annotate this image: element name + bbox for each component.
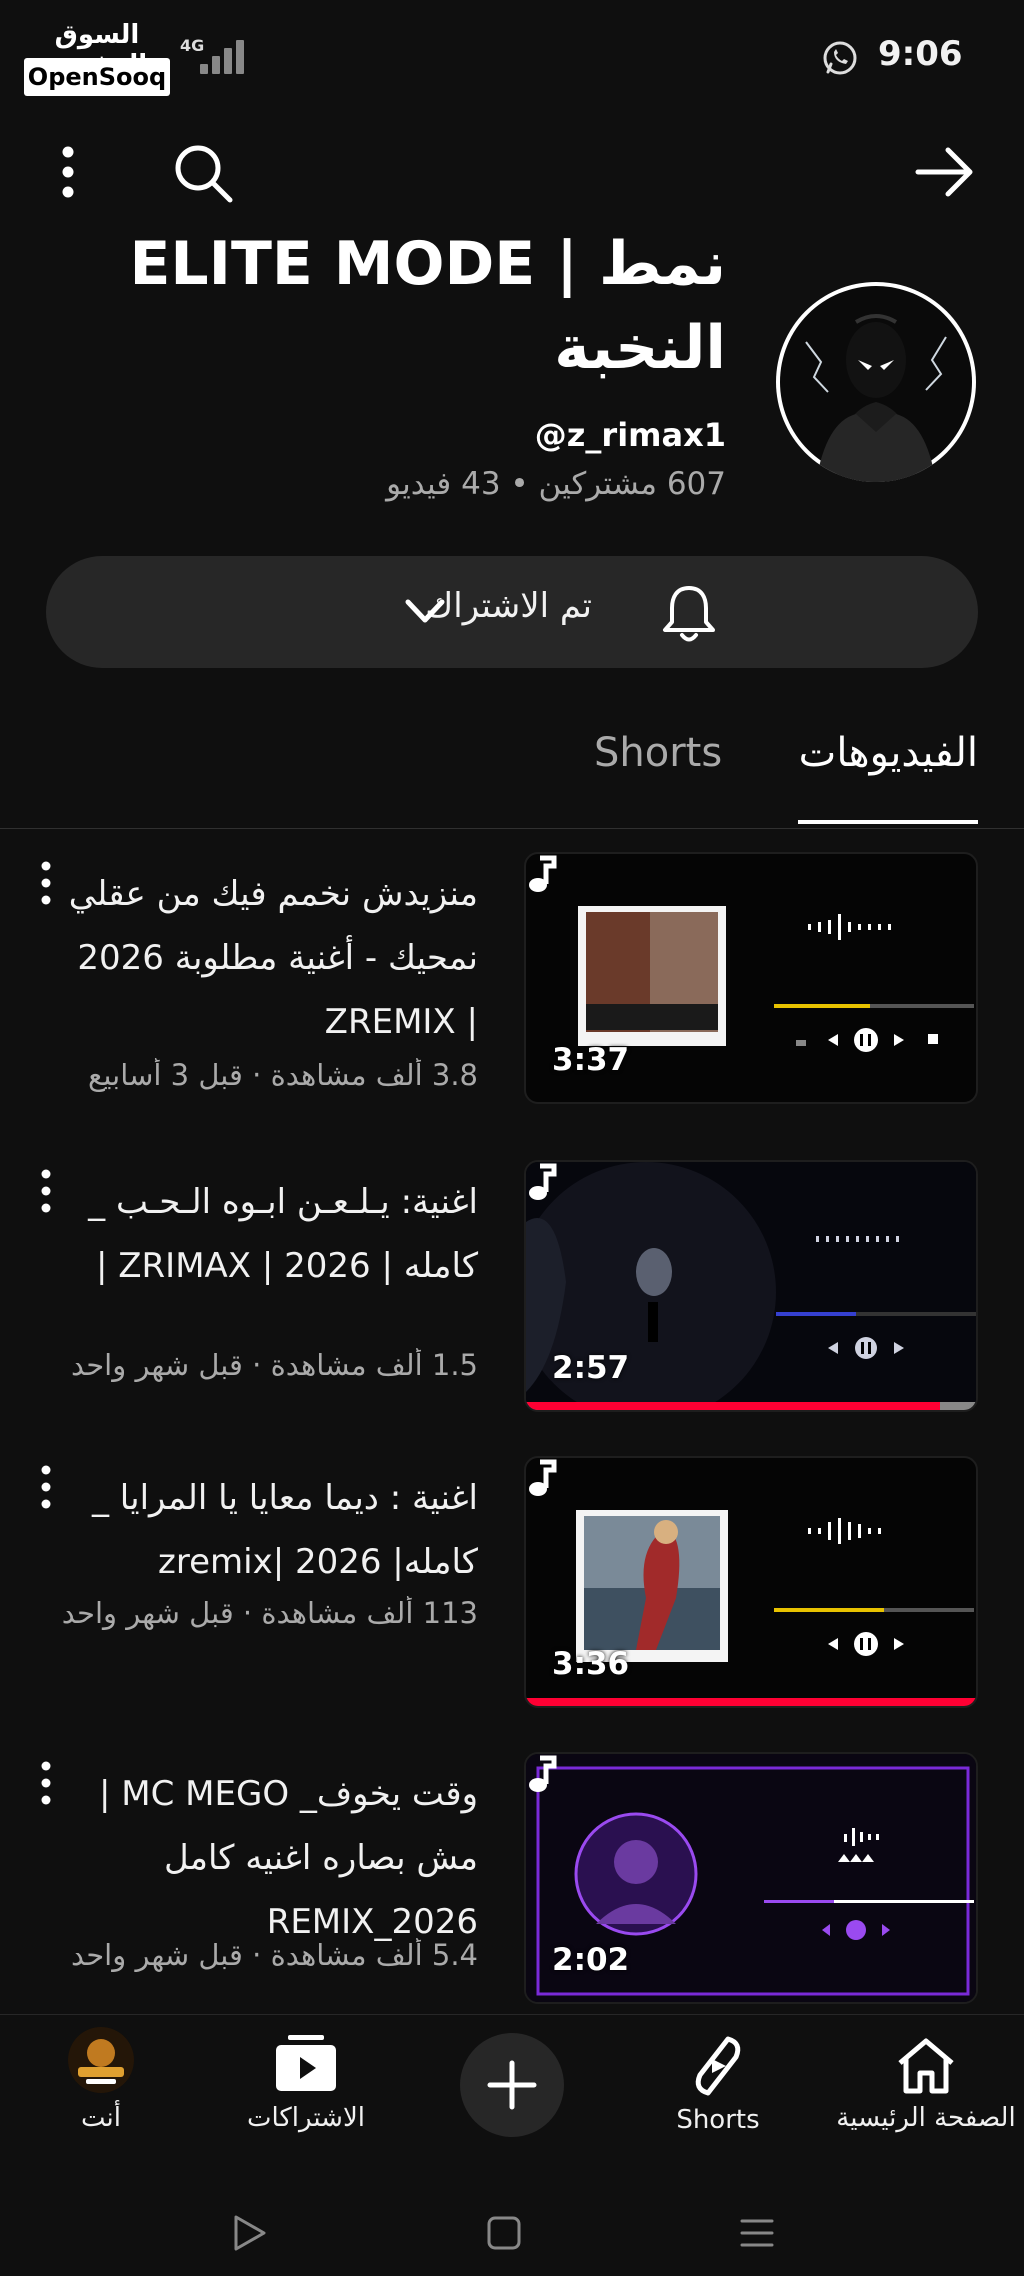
watched-progress-bar — [526, 1402, 940, 1410]
nav-you[interactable]: أنت — [36, 2025, 166, 2145]
status-bar: السوق المفتوح OpenSooq 4G 9:06 — [0, 0, 1024, 115]
video-meta: 5.4 ألف مشاهدة · قبل شهر واحد — [71, 1938, 478, 1972]
search-icon[interactable] — [170, 140, 236, 206]
video-thumbnail[interactable]: 2:57 — [524, 1160, 978, 1412]
video-more-icon[interactable] — [34, 1462, 58, 1512]
video-duration: 2:57 — [552, 1350, 630, 1386]
video-thumbnail[interactable]: 3:37 — [524, 852, 978, 1104]
back-arrow-icon[interactable] — [912, 144, 978, 200]
channel-stats: 607 مشتركين • 43 فيديو — [386, 466, 726, 502]
nav-home[interactable]: الصفحة الرئيسية — [828, 2025, 1024, 2145]
music-note-icon — [529, 1163, 557, 1200]
nav-subscriptions-label: الاشتراكات — [246, 2103, 366, 2133]
channel-handle: @z_rimax1 — [534, 416, 726, 454]
video-duration: 3:37 — [552, 1042, 630, 1078]
nav-you-label: أنت — [81, 2103, 121, 2133]
more-options-icon[interactable] — [48, 140, 88, 204]
subscribe-label: تم الاشتراك — [425, 586, 592, 626]
video-duration: 3:36 — [552, 1646, 630, 1682]
subscriptions-icon — [276, 2035, 336, 2091]
video-more-icon[interactable] — [34, 858, 58, 908]
opensooq-watermark: السوق المفتوح OpenSooq — [24, 20, 170, 96]
back-play-icon[interactable] — [232, 2213, 268, 2253]
bottom-navigation: الصفحة الرئيسية Shorts الاشتراكات أنت — [0, 2014, 1024, 2276]
video-title[interactable]: وقت يخوف_ MC MEGO |مش بصاره اغنيه كامل R… — [58, 1762, 478, 1954]
shorts-icon — [695, 2036, 741, 2096]
video-meta: 113 ألف مشاهدة · قبل شهر واحد — [61, 1596, 478, 1630]
video-thumbnail[interactable]: 2:02 — [524, 1752, 978, 2004]
video-title[interactable]: اغنية: يـلـعـن ابـوه الـحـب _ كامله | ZR… — [58, 1170, 478, 1298]
music-note-icon — [529, 1459, 557, 1496]
video-more-icon[interactable] — [34, 1758, 58, 1808]
nav-subscriptions[interactable]: الاشتراكات — [236, 2025, 376, 2145]
channel-title: ELITE MODE | نمط النخبة — [129, 229, 726, 383]
channel-avatar[interactable] — [776, 282, 976, 482]
video-thumbnail[interactable]: 3:36 — [524, 1456, 978, 1708]
bell-icon — [663, 586, 715, 642]
recents-menu-icon[interactable] — [738, 2213, 776, 2253]
create-button[interactable] — [460, 2033, 564, 2137]
watched-progress-bar — [526, 1698, 976, 1706]
nav-shorts[interactable]: Shorts — [640, 2025, 796, 2145]
account-avatar — [68, 2027, 134, 2093]
video-item[interactable]: 2:02 وقت يخوف_ MC MEGO |مش بصاره اغنيه ك… — [0, 1752, 1024, 2012]
tab-shorts[interactable]: Shorts — [594, 730, 722, 776]
music-note-icon — [529, 1755, 557, 1792]
nav-shorts-label: Shorts — [676, 2105, 760, 2135]
video-item[interactable]: 2:57 اغنية: يـلـعـن ابـوه الـحـب _ كامله… — [0, 1160, 1024, 1420]
plus-icon — [487, 2060, 537, 2110]
tab-videos[interactable]: الفيديوهات — [799, 730, 978, 776]
subscribed-button[interactable]: تم الاشتراك — [46, 556, 978, 668]
status-time: 9:06 — [878, 34, 963, 74]
video-more-icon[interactable] — [34, 1166, 58, 1216]
video-item[interactable]: 3:37 منزيدش نخمم فيك من عقلي نمحيك - أغن… — [0, 852, 1024, 1112]
nav-home-label: الصفحة الرئيسية — [836, 2103, 1016, 2133]
tabs-divider — [0, 828, 1024, 829]
video-meta: 1.5 ألف مشاهدة · قبل شهر واحد — [71, 1348, 478, 1382]
signal-strength-icon — [196, 40, 244, 74]
video-title[interactable]: اغنية : ديما معايا يا المرايا _ كامله| 2… — [58, 1466, 478, 1594]
video-meta: 3.8 ألف مشاهدة · قبل 3 أسابيع — [88, 1058, 478, 1092]
video-duration: 2:02 — [552, 1942, 630, 1978]
music-note-icon — [529, 855, 557, 892]
watermark-english: OpenSooq — [24, 58, 170, 96]
system-navigation-bar — [0, 2183, 1024, 2276]
home-icon — [898, 2038, 954, 2094]
whatsapp-icon — [823, 41, 857, 75]
video-item[interactable]: 3:36 اغنية : ديما معايا يا المرايا _ كام… — [0, 1456, 1024, 1716]
chevron-down-icon — [405, 599, 445, 623]
video-title[interactable]: منزيدش نخمم فيك من عقلي نمحيك - أغنية مط… — [58, 862, 478, 1054]
active-tab-indicator — [798, 820, 978, 824]
home-square-icon[interactable] — [486, 2213, 522, 2253]
